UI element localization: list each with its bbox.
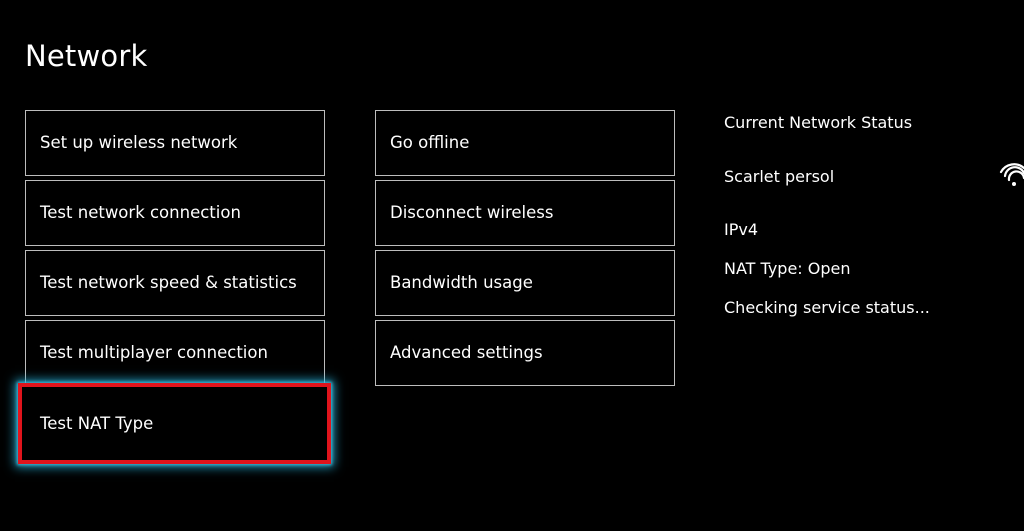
test-multiplayer-connection-button[interactable]: Test multiplayer connection: [25, 320, 325, 386]
advanced-settings-button[interactable]: Advanced settings: [375, 320, 675, 386]
service-status: Checking service status...: [724, 298, 930, 317]
test-network-connection-button[interactable]: Test network connection: [25, 180, 325, 246]
test-network-connection-label: Test network connection: [40, 203, 241, 222]
test-nat-type-button[interactable]: Test NAT Type: [18, 383, 331, 464]
setup-wireless-network-label: Set up wireless network: [40, 133, 238, 152]
setup-wireless-network-button[interactable]: Set up wireless network: [25, 110, 325, 176]
page-title: Network: [25, 39, 148, 73]
go-offline-label: Go offline: [390, 133, 470, 152]
test-nat-type-label: Test NAT Type: [40, 413, 154, 433]
wifi-signal-icon: [999, 163, 1024, 186]
ip-version: IPv4: [724, 220, 759, 239]
nat-type-status: NAT Type: Open: [724, 259, 851, 278]
network-status-heading: Current Network Status: [724, 113, 913, 132]
network-name: Scarlet persol: [724, 167, 835, 186]
disconnect-wireless-label: Disconnect wireless: [390, 203, 554, 222]
bandwidth-usage-label: Bandwidth usage: [390, 273, 533, 292]
go-offline-button[interactable]: Go offline: [375, 110, 675, 176]
disconnect-wireless-button[interactable]: Disconnect wireless: [375, 180, 675, 246]
test-network-speed-button[interactable]: Test network speed & statistics: [25, 250, 325, 316]
test-multiplayer-connection-label: Test multiplayer connection: [40, 343, 268, 362]
test-network-speed-label: Test network speed & statistics: [40, 273, 297, 292]
bandwidth-usage-button[interactable]: Bandwidth usage: [375, 250, 675, 316]
advanced-settings-label: Advanced settings: [390, 343, 543, 362]
